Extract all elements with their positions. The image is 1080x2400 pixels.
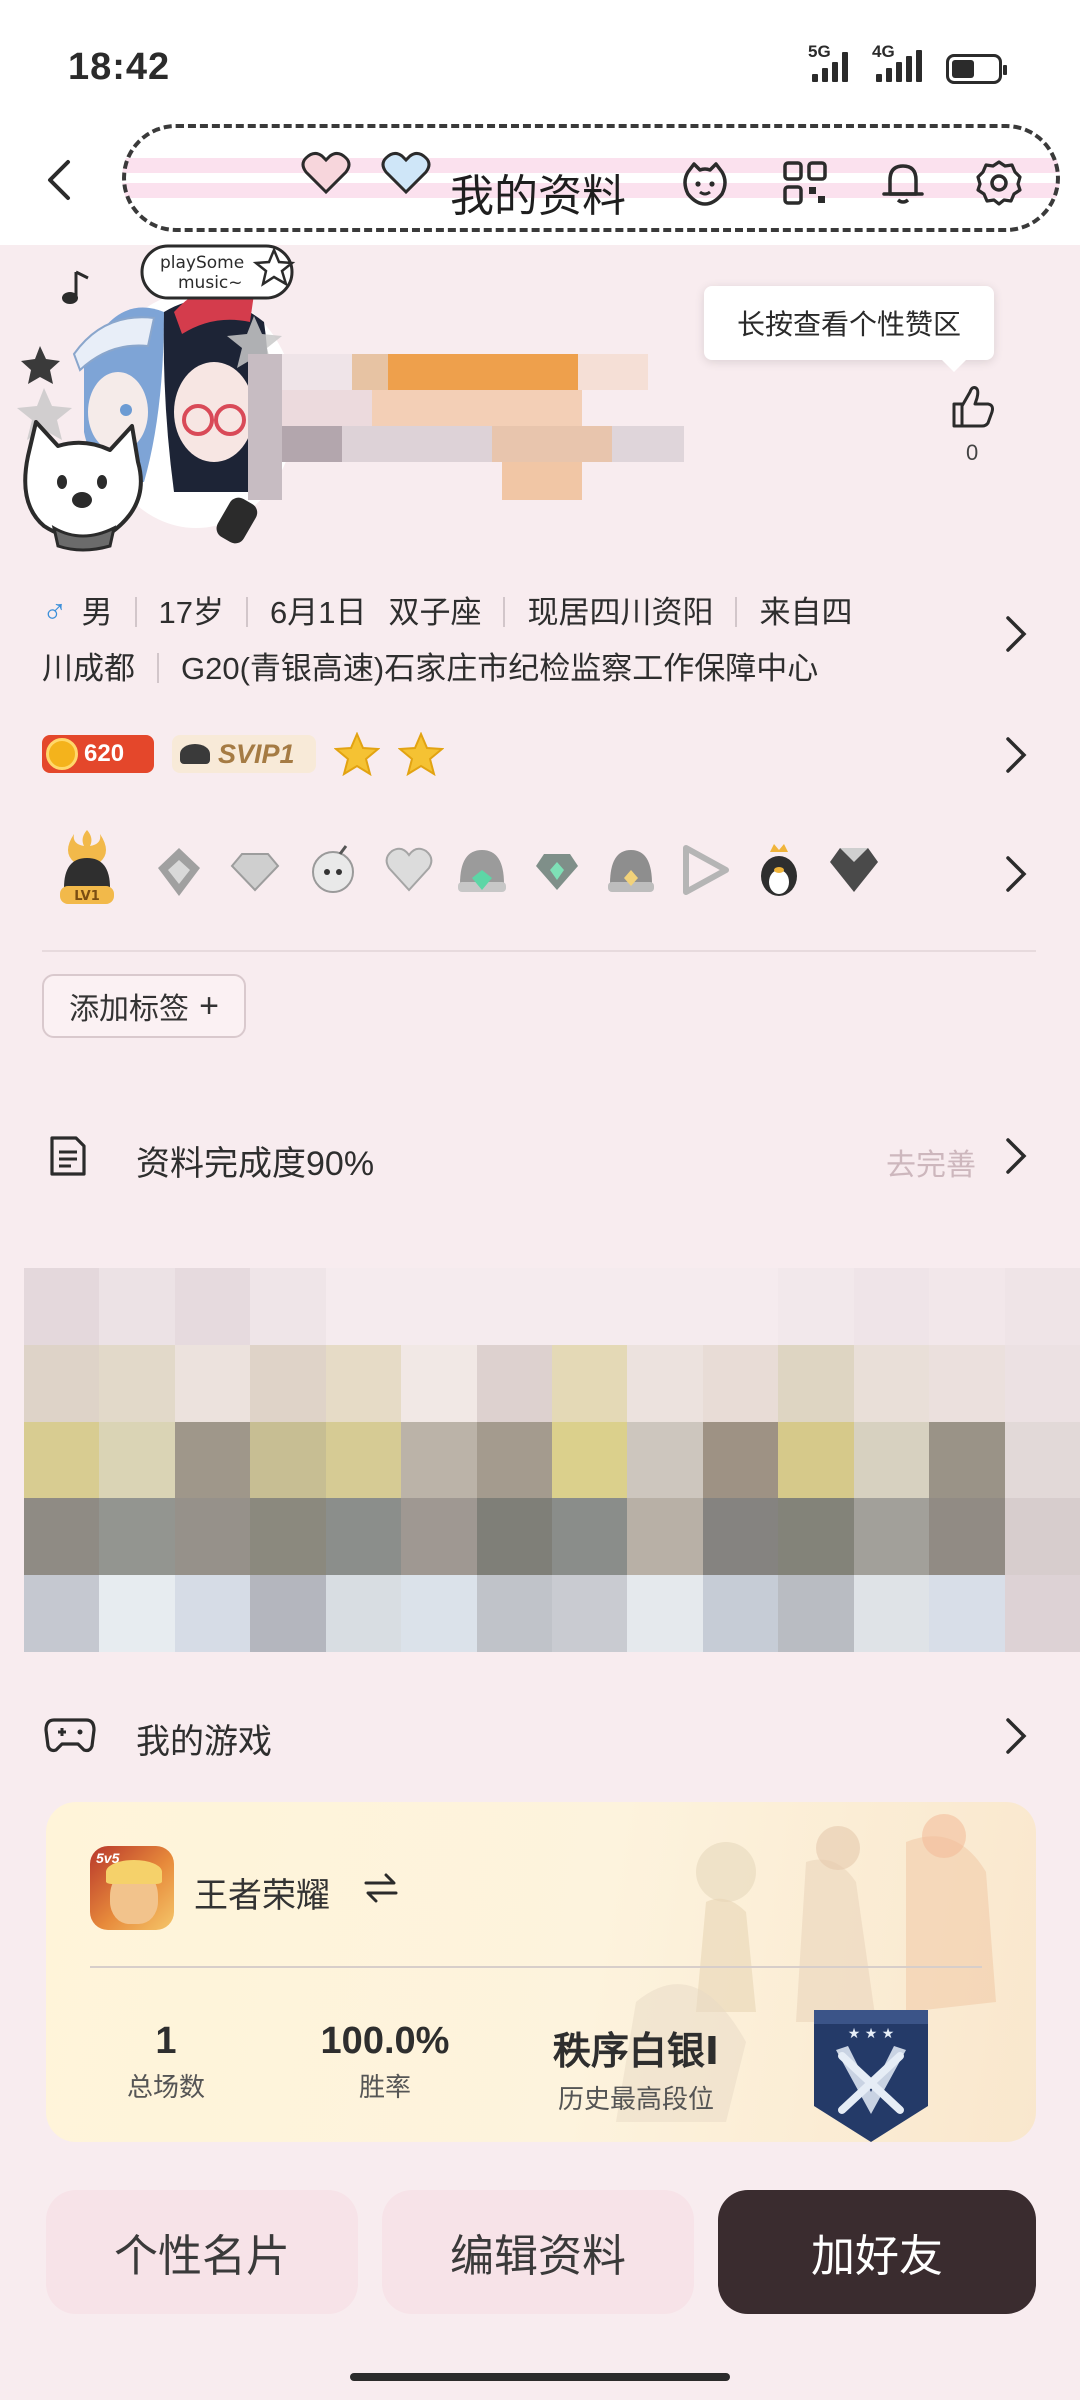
my-games-title: 我的游戏 [136, 1723, 272, 1761]
plus-icon: + [199, 986, 219, 1025]
helmet-medal-icon [458, 850, 506, 892]
stat-win-rate: 100.0% 胜率 [320, 2020, 450, 2102]
profile-info[interactable]: ♂ 男 17岁 6月1日 双子座 现居四川资阳 来自四 川成都 G20(青银高速)石家庄市纪检… [42, 584, 962, 697]
star-icon [334, 732, 380, 776]
profile-card-button[interactable]: 个性名片 [46, 2190, 358, 2314]
edit-profile-button[interactable]: 编辑资料 [382, 2190, 694, 2314]
gray-diamond-medal-icon [158, 848, 200, 896]
green-diamond-icon [536, 854, 578, 890]
pink-heart-icon [301, 151, 351, 195]
chevron-right-icon[interactable] [1004, 735, 1028, 775]
add-tag-button[interactable]: 添加标签 + [42, 974, 246, 1038]
birthday: 6月1日 [269, 595, 367, 630]
like-tooltip: 长按查看个性赞区 [704, 286, 994, 372]
workplace: G20(青银高速)石家庄市纪检监察工作保障中心 [181, 651, 819, 686]
rank-badge-icon: ★ ★ ★ [814, 2010, 928, 2142]
complete-profile-link[interactable]: 去完善 [886, 1140, 976, 1184]
page-title: 我的资料 [450, 172, 626, 221]
thumbs-up-icon[interactable] [948, 382, 996, 430]
chevron-right-icon[interactable] [1004, 1136, 1028, 1176]
nickname-blurred [248, 354, 748, 500]
crown-icon [180, 744, 210, 764]
like-count: 0 [966, 440, 979, 465]
hometown: 来自四 [759, 595, 853, 630]
qr-code-icon[interactable] [780, 158, 830, 208]
svg-text:★ ★ ★: ★ ★ ★ [848, 2026, 895, 2042]
chevron-right-icon[interactable] [1004, 854, 1028, 894]
add-friend-button[interactable]: 加好友 [718, 2190, 1036, 2314]
card-divider [90, 1966, 982, 1968]
helmet-silver-icon [608, 850, 654, 892]
back-icon[interactable] [40, 158, 80, 202]
signal-4g-icon: 4G [872, 42, 922, 82]
gender: 男 [81, 595, 113, 630]
top-nav: 我的资料 [0, 110, 1080, 245]
diamond-icon [230, 853, 280, 892]
play-medal-icon [683, 845, 729, 895]
coin-icon [46, 738, 78, 770]
male-icon: ♂ [42, 593, 68, 631]
hometown-cont: 川成都 [42, 651, 135, 686]
bomb-medal-icon [312, 845, 354, 893]
svg-text:music~: music~ [178, 273, 243, 293]
stat-total-games: 1 总场数 [126, 2020, 205, 2102]
penguin-crown-icon [761, 844, 797, 896]
battery-icon [946, 54, 1007, 84]
gamepad-icon [44, 1718, 96, 1753]
qq-level-medal-icon: LV1 [60, 830, 114, 904]
completion-label: 资料完成度90% [136, 1145, 375, 1183]
silver-heart-icon [385, 847, 433, 892]
zodiac: 双子座 [388, 595, 482, 630]
age: 17岁 [158, 595, 224, 630]
game-name: 王者荣耀 [194, 1877, 330, 1915]
divider [42, 950, 1036, 952]
current-city: 现居四川资阳 [527, 595, 714, 630]
clock: 18:42 [68, 46, 171, 88]
bell-icon[interactable] [878, 158, 928, 208]
medal-wall[interactable]: LV1 [50, 828, 910, 928]
photo-wall-blurred[interactable] [24, 1268, 1080, 1652]
game-icon: 5v5 [90, 1846, 174, 1930]
settings-icon[interactable] [974, 158, 1024, 208]
svip-badge: SVIP1 [172, 735, 316, 773]
switch-icon[interactable] [362, 1872, 400, 1904]
coin-badge: 620 [42, 735, 154, 773]
chevron-right-icon[interactable] [1004, 1716, 1028, 1756]
black-diamond-icon [830, 848, 878, 892]
svg-text:LV1: LV1 [74, 889, 100, 904]
game-card[interactable]: 5v5 王者荣耀 1 总场数 100.0% 胜率 秩序白银Ⅰ 历史最高段位 ★ ★ ★ [46, 1802, 1036, 2142]
chevron-right-icon[interactable] [1004, 614, 1028, 654]
pet-icon[interactable] [680, 158, 730, 208]
svg-text:playSome: playSome [160, 253, 244, 273]
blue-heart-icon [381, 151, 431, 195]
signal-5g-icon: 5G [808, 42, 848, 82]
star-icon [398, 732, 444, 776]
home-indicator[interactable] [350, 2373, 730, 2381]
badge-row[interactable]: 620 SVIP1 [42, 732, 444, 776]
document-icon [50, 1136, 86, 1176]
stat-highest-rank: 秩序白银Ⅰ 历史最高段位 [552, 2031, 720, 2114]
